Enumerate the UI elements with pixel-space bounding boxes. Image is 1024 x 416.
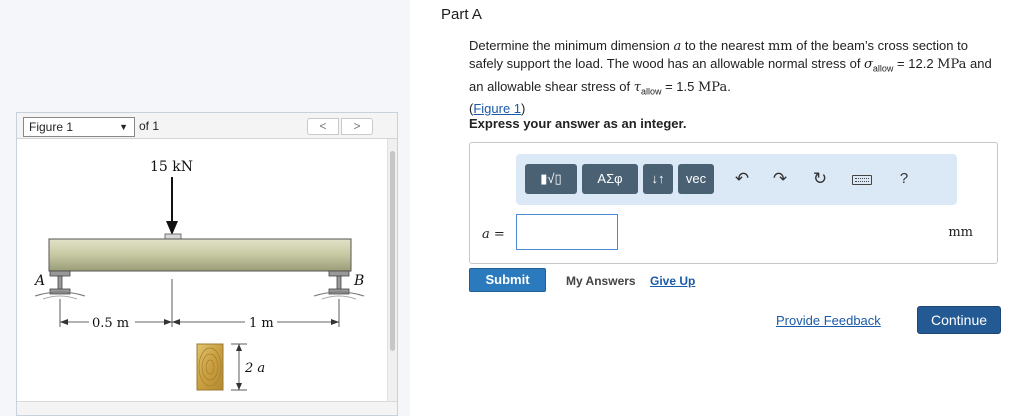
section-dimension-label: 2 a: [244, 361, 265, 376]
my-answers-label: My Answers: [566, 274, 636, 288]
unit-mm: mm: [767, 39, 793, 54]
vector-button[interactable]: vec: [678, 164, 714, 194]
link-paren: ): [521, 101, 526, 117]
chevron-down-icon: ▼: [119, 122, 128, 132]
allow-subscript: allow: [872, 63, 894, 74]
figure-count: of 1: [139, 119, 160, 133]
figure-footer: [17, 401, 397, 415]
undo-icon[interactable]: ↶: [728, 164, 756, 194]
previous-figure-button[interactable]: <: [307, 118, 339, 135]
answer-instruction: Express your answer as an integer.: [469, 116, 687, 131]
next-figure-button[interactable]: >: [341, 118, 373, 135]
section-arrow-top: [236, 344, 242, 351]
continue-button[interactable]: Continue: [917, 306, 1001, 334]
templates-button[interactable]: ▮√▯: [525, 164, 577, 194]
answer-variable-label: a =: [482, 227, 505, 242]
beam: [48, 238, 352, 272]
allow-subscript: allow: [640, 86, 662, 97]
submit-button[interactable]: Submit: [469, 268, 546, 292]
give-up-link[interactable]: Give Up: [650, 274, 695, 288]
load-label: 15 kN: [150, 159, 193, 175]
unit-mpa: MPa: [697, 79, 728, 95]
question-text-segment: to the nearest: [681, 38, 768, 53]
figure-link[interactable]: Figure 1: [473, 101, 521, 116]
reset-icon[interactable]: ↻: [806, 164, 834, 194]
question-text: Determine the minimum dimension a to the…: [469, 37, 999, 117]
unit-mpa: MPa: [937, 57, 967, 72]
part-title: Part A: [441, 6, 482, 23]
figure-select[interactable]: Figure 1 ▼: [23, 117, 135, 137]
support-b-label: B: [353, 273, 364, 289]
keyboard-icon[interactable]: [848, 164, 876, 194]
question-text-segment: Determine the minimum dimension: [469, 38, 674, 53]
load-plate: [164, 233, 182, 240]
cross-section: [196, 343, 224, 391]
answer-equals: =: [489, 227, 505, 242]
question-text-segment: .: [727, 78, 731, 94]
math-toolbar: ▮√▯ ΑΣφ ↓↑ vec ↶ ↷ ↻ ?: [516, 154, 957, 205]
help-button[interactable]: ?: [890, 164, 918, 194]
normal-stress-value: = 12.2: [893, 56, 938, 71]
redo-icon[interactable]: ↷: [766, 164, 794, 194]
answer-box: ▮√▯ ΑΣφ ↓↑ vec ↶ ↷ ↻ ? a = mm: [469, 142, 998, 264]
arrows-button[interactable]: ↓↑: [643, 164, 673, 194]
answer-input[interactable]: [516, 214, 618, 250]
answer-unit: mm: [948, 225, 973, 240]
tau-symbol: τ: [633, 79, 641, 95]
dimension-left-label: 0.5 m: [92, 316, 129, 331]
answer-variable: a: [482, 227, 490, 242]
figure-select-label: Figure 1: [29, 120, 74, 134]
beam-diagram: 15 kN A B 0.5 m 1 m 2 a: [33, 159, 364, 391]
figure-panel: Figure 1 ▼ of 1 < > 15 kN A B 0.5 m 1 m …: [16, 112, 398, 416]
figure-scrollbar-thumb[interactable]: [390, 151, 395, 351]
shear-stress-value: = 1.5: [661, 78, 698, 94]
dimension-right-label: 1 m: [249, 316, 274, 331]
load-arrowhead: [166, 221, 178, 235]
provide-feedback-link[interactable]: Provide Feedback: [776, 313, 881, 328]
support-a-label: A: [33, 273, 45, 289]
figure-toolbar: Figure 1 ▼ of 1 < >: [17, 113, 397, 139]
sigma-symbol: σ: [864, 57, 873, 72]
figure-scrollbar[interactable]: [387, 139, 397, 401]
section-arrow-bottom: [236, 383, 242, 390]
greek-symbols-button[interactable]: ΑΣφ: [582, 164, 638, 194]
